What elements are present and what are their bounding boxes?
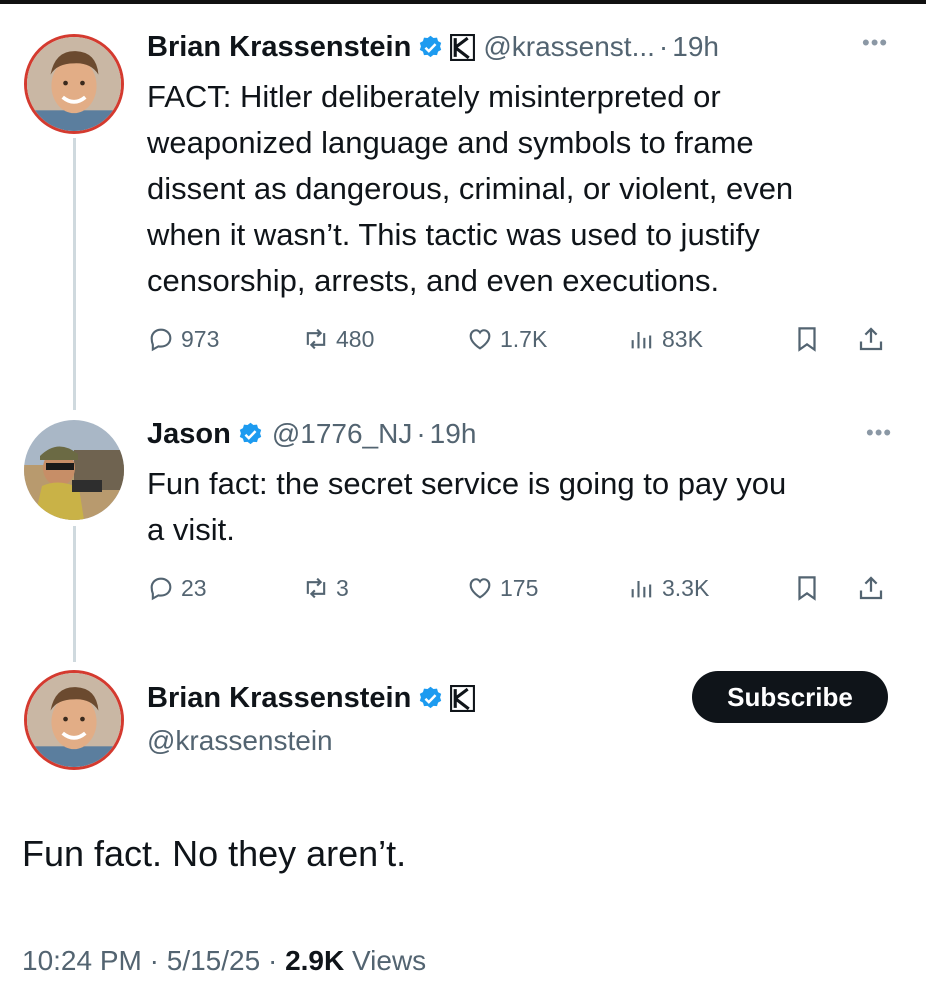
view-count: 3.3K xyxy=(662,574,710,601)
separator-dot: · xyxy=(267,945,278,976)
more-icon[interactable]: ••• xyxy=(862,30,888,56)
tweet-header: Brian Krassenstein xyxy=(147,678,476,718)
tweet-text-line: when it wasn’t. This tactic was used to … xyxy=(147,217,760,252)
subscribe-button[interactable]: Subscribe xyxy=(692,671,888,723)
like-count: 175 xyxy=(500,574,539,601)
top-divider xyxy=(0,0,926,4)
repost-icon xyxy=(306,328,326,350)
avatar-image-icon xyxy=(27,37,121,131)
share-icon xyxy=(859,576,883,600)
reply-count: 23 xyxy=(181,574,207,601)
author-handle[interactable]: @krassenstein xyxy=(147,725,333,757)
more-icon[interactable]: ••• xyxy=(866,420,892,446)
avatar-image-icon xyxy=(27,673,121,767)
views-button[interactable]: 83K xyxy=(628,325,703,353)
avatar-image-icon xyxy=(24,420,124,520)
tweet-header: Jason @1776_NJ · 19h xyxy=(147,414,476,454)
tweet-text-line: censorship, arrests, and even executions… xyxy=(147,263,720,298)
reply-button[interactable]: 973 xyxy=(147,325,219,353)
like-count: 1.7K xyxy=(500,325,548,352)
affiliate-k-icon[interactable] xyxy=(450,33,476,61)
bookmark-icon xyxy=(798,327,816,352)
author-name[interactable]: Jason xyxy=(147,418,231,451)
tweet-text: Fun fact: the secret service is going to… xyxy=(147,461,786,553)
avatar[interactable] xyxy=(24,670,124,770)
separator-dot: · xyxy=(658,31,669,62)
thread-connector xyxy=(73,526,76,662)
like-button[interactable]: 175 xyxy=(466,574,538,602)
tweet-time[interactable]: 19h xyxy=(430,418,477,450)
tweet-date[interactable]: 5/15/25 xyxy=(167,945,260,976)
repost-icon xyxy=(306,577,326,599)
tweet-text-line: Fun fact: the secret service is going to… xyxy=(147,466,787,501)
reply-icon xyxy=(150,577,172,601)
verified-badge-icon xyxy=(239,422,262,444)
tweet-header: Brian Krassenstein @krassenst... · 19h xyxy=(147,27,719,67)
bookmark-button[interactable] xyxy=(792,324,828,354)
author-handle[interactable]: @krassenst... xyxy=(483,31,655,63)
reply-button[interactable]: 23 xyxy=(147,574,207,602)
separator-dot: · xyxy=(416,418,426,449)
like-icon xyxy=(469,329,491,350)
author-name[interactable]: Brian Krassenstein xyxy=(147,31,411,64)
tweet-meta: 10:24 PM · 5/15/25 · 2.9K Views xyxy=(22,945,426,977)
avatar[interactable] xyxy=(24,34,124,134)
views-button[interactable]: 3.3K xyxy=(628,574,709,602)
reply-icon xyxy=(150,328,172,352)
tweet-text-line: FACT: Hitler deliberately misinterpreted… xyxy=(147,79,721,114)
repost-count: 480 xyxy=(336,325,375,352)
affiliate-k-icon[interactable] xyxy=(450,684,476,712)
thread-connector xyxy=(73,138,76,410)
tweet-time[interactable]: 19h xyxy=(672,31,719,63)
views-count: 2.9K xyxy=(285,945,345,976)
tweet-text: Fun fact. No they aren’t. xyxy=(22,833,407,874)
bookmark-icon xyxy=(798,576,816,601)
repost-button[interactable]: 480 xyxy=(302,325,374,353)
avatar[interactable] xyxy=(24,420,124,520)
views-label: Views xyxy=(352,945,427,976)
tweet-text: FACT: Hitler deliberately misinterpreted… xyxy=(147,74,793,304)
share-button[interactable] xyxy=(856,573,892,603)
verified-badge-icon xyxy=(420,686,442,708)
share-icon xyxy=(859,327,883,351)
separator-dot: · xyxy=(149,945,159,976)
reply-count: 973 xyxy=(181,325,220,352)
views-icon xyxy=(631,581,652,598)
tweet-text-line: a visit. xyxy=(147,512,235,547)
tweet-time[interactable]: 10:24 PM xyxy=(22,945,142,976)
author-handle[interactable]: @1776_NJ xyxy=(272,418,413,450)
tweet-text-line: dissent as dangerous, criminal, or viole… xyxy=(147,171,794,206)
share-button[interactable] xyxy=(856,324,892,354)
repost-button[interactable]: 3 xyxy=(302,574,349,602)
view-count: 83K xyxy=(662,325,703,352)
author-name[interactable]: Brian Krassenstein xyxy=(147,682,411,715)
like-icon xyxy=(469,578,491,599)
tweet-text-line: weaponized language and symbols to frame xyxy=(147,125,754,160)
views-icon xyxy=(631,332,652,349)
verified-badge-icon xyxy=(420,35,442,57)
bookmark-button[interactable] xyxy=(792,573,828,603)
repost-count: 3 xyxy=(336,574,349,601)
like-button[interactable]: 1.7K xyxy=(466,325,547,353)
